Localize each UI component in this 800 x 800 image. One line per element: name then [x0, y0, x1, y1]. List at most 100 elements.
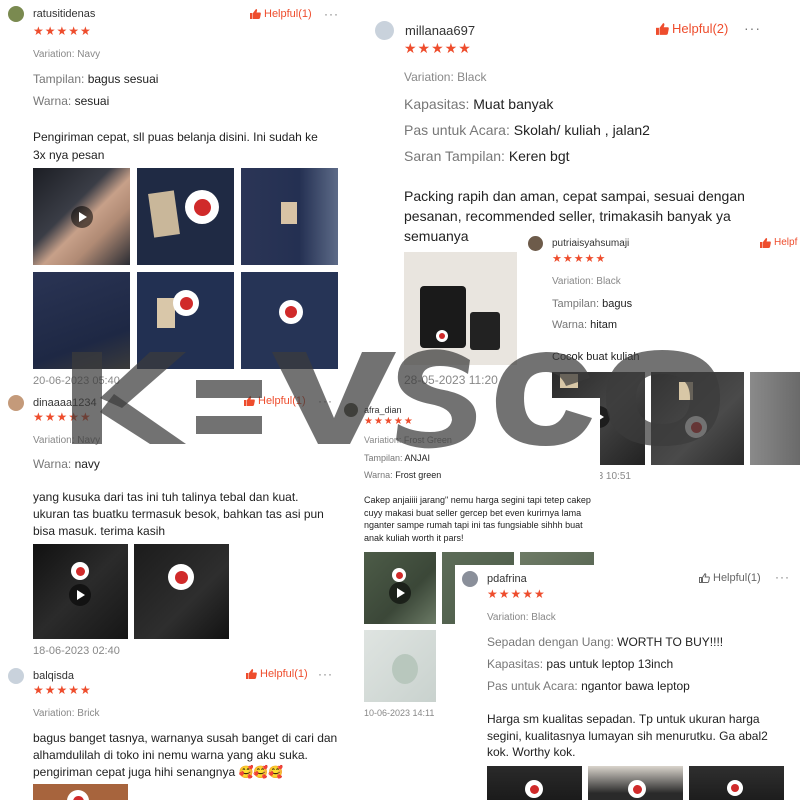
- review-header: putriaisyahsumaji: [528, 236, 629, 251]
- avatar[interactable]: [462, 571, 478, 587]
- attribute-label: Warna:: [33, 457, 72, 471]
- attribute-label: Pas untuk Acara:: [487, 679, 578, 693]
- helpful-button[interactable]: Helpf: [760, 237, 797, 248]
- helpful-count: Helpful(1): [713, 572, 761, 584]
- variation-label: Variation: Frost Green: [364, 435, 452, 445]
- brand-logo-icon: [436, 330, 448, 342]
- helpful-count: Helpful(1): [260, 668, 308, 680]
- variation-label: Variation: Brick: [33, 708, 100, 719]
- attribute-value: ANJAI: [404, 453, 431, 463]
- more-options-button[interactable]: ···: [744, 20, 761, 36]
- attribute-label: Tampilan:: [552, 298, 600, 310]
- rating-stars: ★★★★★: [487, 587, 546, 601]
- review-video-thumbnail[interactable]: [487, 766, 582, 800]
- attribute-label: Pas untuk Acara:: [404, 122, 510, 138]
- review-video-thumbnail[interactable]: [33, 168, 130, 265]
- review-text: Cocok buat kuliah: [552, 351, 640, 363]
- review-photo[interactable]: [137, 272, 234, 369]
- review-date: 28-05-2023 11:20: [404, 373, 498, 387]
- review-date: 10-06-2023 14:11: [364, 708, 435, 718]
- review-photo[interactable]: [241, 272, 338, 369]
- review-photo[interactable]: [33, 272, 130, 369]
- review-text: bagus banget tasnya, warnanya susah bang…: [33, 731, 338, 779]
- review-photo[interactable]: [134, 544, 229, 639]
- brand-logo-icon: [727, 780, 743, 796]
- username[interactable]: millanaa697: [405, 23, 475, 38]
- username[interactable]: putriaisyahsumaji: [552, 238, 629, 249]
- review-video-thumbnail[interactable]: [364, 552, 436, 624]
- variation-label: Variation: Navy: [33, 49, 101, 60]
- attribute-value: pas untuk leptop 13inch: [546, 657, 674, 671]
- attribute-occasion: Pas untuk Acara: ngantor bawa leptop: [487, 679, 690, 693]
- brand-logo-icon: [168, 564, 194, 590]
- avatar[interactable]: [8, 6, 24, 22]
- review-photo[interactable]: [137, 168, 234, 265]
- bag-image: [392, 654, 418, 684]
- review-header: ratusitidenas: [8, 6, 95, 22]
- attribute-label: Saran Tampilan:: [404, 148, 505, 164]
- attribute-value: bagus: [602, 298, 633, 310]
- rating-stars: ★★★★★: [364, 416, 414, 427]
- review-photo[interactable]: [651, 372, 744, 465]
- attribute-occasion: Pas untuk Acara: Skolah/ kuliah , jalan2: [404, 122, 650, 138]
- attribute-value-for-money: Sepadan dengan Uang: WORTH TO BUY!!!!: [487, 635, 723, 649]
- review-photo[interactable]: [689, 766, 784, 800]
- attribute-appearance: Tampilan: bagus: [552, 298, 632, 310]
- review-card-balqisda: balqisda Helpful(1) ··· ★★★★★ Variation:…: [0, 660, 345, 800]
- review-date: 20-06-2023 05:40: [33, 375, 120, 387]
- helpful-button[interactable]: Helpful(1): [246, 668, 308, 680]
- more-options-button[interactable]: ···: [775, 570, 790, 584]
- review-text: Cakep anjaiiii jarang" nemu harga segini…: [364, 495, 591, 543]
- more-options-button[interactable]: ···: [318, 394, 333, 408]
- play-icon: [69, 584, 91, 606]
- brand-logo-icon: [685, 416, 707, 438]
- avatar[interactable]: [8, 395, 24, 411]
- review-header: millanaa697: [375, 21, 475, 40]
- review-photo[interactable]: [750, 372, 800, 465]
- avatar[interactable]: [8, 668, 24, 684]
- brand-logo-icon: [392, 568, 406, 582]
- avatar[interactable]: [344, 403, 358, 417]
- username[interactable]: afra_dian: [364, 405, 402, 415]
- helpful-button[interactable]: Helpful(1): [244, 395, 306, 407]
- thumbs-up-icon: [760, 237, 771, 248]
- brand-logo-icon: [279, 300, 303, 324]
- helpful-button[interactable]: Helpful(2): [656, 21, 728, 36]
- thumbs-up-icon: [246, 669, 257, 679]
- review-video-thumbnail[interactable]: [33, 544, 128, 639]
- attribute-value: navy: [74, 457, 100, 471]
- review-photo[interactable]: [588, 766, 683, 800]
- username[interactable]: balqisda: [33, 670, 74, 682]
- attribute-value: Skolah/ kuliah , jalan2: [513, 122, 650, 138]
- more-options-button[interactable]: ···: [324, 7, 339, 21]
- more-options-button[interactable]: ···: [318, 667, 333, 681]
- attribute-value: Keren bgt: [508, 148, 570, 164]
- review-date: 18-06-2023 02:40: [33, 645, 120, 657]
- attribute-value: sesuai: [74, 94, 110, 108]
- brand-logo-icon: [525, 780, 543, 798]
- avatar[interactable]: [375, 21, 394, 40]
- attribute-value: hitam: [590, 319, 618, 331]
- review-photo[interactable]: [241, 168, 338, 265]
- review-photo[interactable]: [33, 784, 128, 800]
- brand-logo-icon: [67, 790, 89, 800]
- username[interactable]: ratusitidenas: [33, 8, 95, 20]
- review-header: pdafrina: [462, 571, 527, 587]
- helpful-button[interactable]: Helpful(1): [250, 8, 312, 20]
- product-tag-icon: [560, 374, 578, 388]
- review-photo[interactable]: [404, 252, 517, 365]
- username[interactable]: dinaaaa1234: [33, 397, 97, 409]
- rating-stars: ★★★★★: [552, 253, 607, 265]
- review-card-pdafrina: pdafrina Helpful(1) ··· ★★★★★ Variation:…: [455, 565, 800, 800]
- product-tag-icon: [679, 382, 693, 400]
- product-tag-icon: [281, 202, 297, 224]
- review-photo[interactable]: [364, 630, 436, 702]
- product-tag-icon: [148, 190, 180, 238]
- rating-stars: ★★★★★: [33, 24, 92, 38]
- avatar[interactable]: [528, 236, 543, 251]
- attribute-appearance: Tampilan: ANJAI: [364, 453, 430, 463]
- helpful-button[interactable]: Helpful(1): [699, 572, 761, 584]
- play-icon: [71, 206, 93, 228]
- username[interactable]: pdafrina: [487, 573, 527, 585]
- attribute-value: WORTH TO BUY!!!!: [617, 635, 724, 649]
